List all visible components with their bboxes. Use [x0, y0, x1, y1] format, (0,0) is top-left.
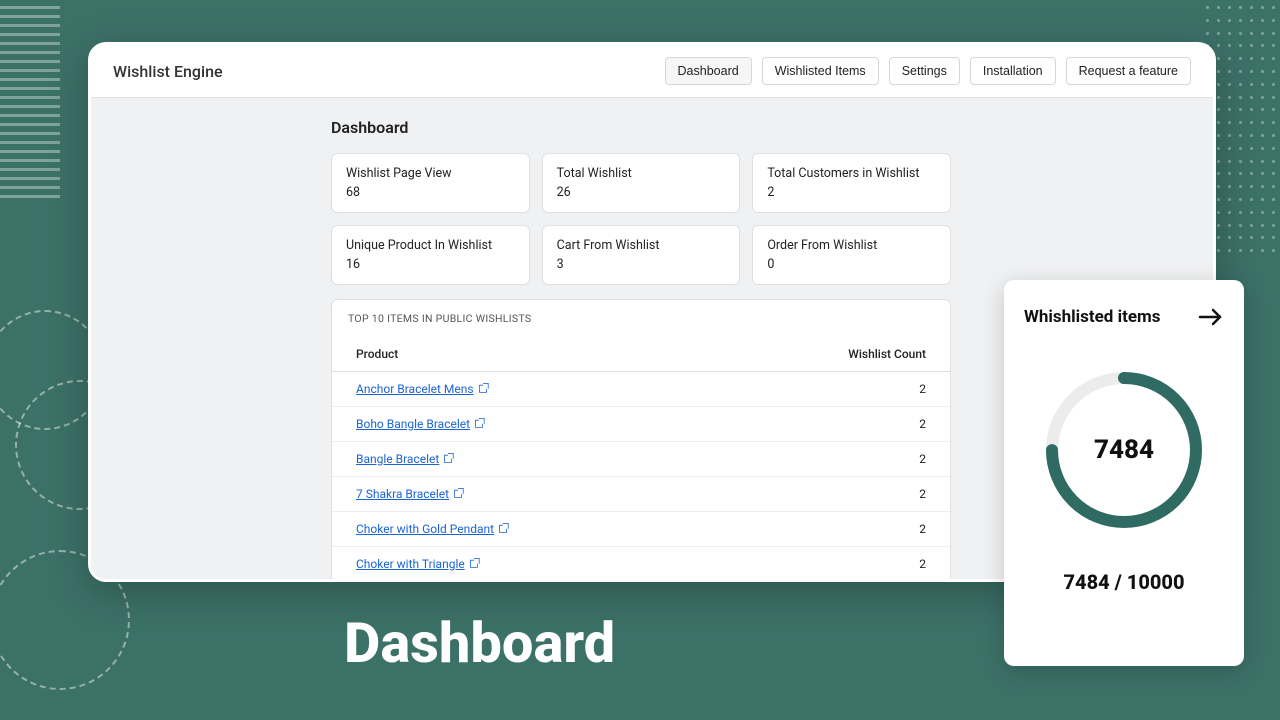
nav-dashboard[interactable]: Dashboard — [665, 57, 752, 85]
wishlist-count: 2 — [712, 407, 950, 442]
stat-card: Order From Wishlist 0 — [752, 225, 951, 285]
stats-grid: Wishlist Page View68Total Wishlist26Tota… — [331, 153, 951, 285]
top-items-card: TOP 10 ITEMS IN PUBLIC WISHLISTS Product… — [331, 299, 951, 579]
product-link[interactable]: Choker with Triangle — [356, 557, 465, 571]
stat-card: Total Customers in Wishlist 2 — [752, 153, 951, 213]
col-product: Product — [332, 337, 712, 372]
stat-label: Total Wishlist — [557, 166, 726, 181]
nav-request-feature[interactable]: Request a feature — [1066, 57, 1191, 85]
table-title: TOP 10 ITEMS IN PUBLIC WISHLISTS — [332, 300, 950, 337]
product-link[interactable]: Bangle Bracelet — [356, 452, 439, 466]
widget-value: 7484 — [1044, 370, 1204, 530]
widget-caption: 7484 / 10000 — [1064, 570, 1185, 594]
stat-value: 16 — [346, 257, 515, 272]
external-link-icon — [475, 420, 483, 428]
stat-label: Order From Wishlist — [767, 238, 936, 253]
wishlist-count: 2 — [712, 372, 950, 407]
stat-value: 3 — [557, 257, 726, 272]
widget-title: Whishlisted items — [1024, 307, 1161, 327]
stat-card: Cart From Wishlist 3 — [542, 225, 741, 285]
table-row: 7 Shakra Bracelet 2 — [332, 477, 950, 512]
product-link[interactable]: Choker with Gold Pendant — [356, 522, 494, 536]
stat-card: Wishlist Page View 68 — [331, 153, 530, 213]
table-row: Bangle Bracelet 2 — [332, 442, 950, 477]
col-wishlist-count: Wishlist Count — [712, 337, 950, 372]
external-link-icon — [444, 455, 452, 463]
external-link-icon — [499, 525, 507, 533]
external-link-icon — [470, 560, 478, 568]
progress-donut: 7484 — [1044, 370, 1204, 530]
decorative-stripes — [0, 0, 60, 210]
external-link-icon — [479, 385, 487, 393]
stat-label: Unique Product In Wishlist — [346, 238, 515, 253]
app-nav: Dashboard Wishlisted Items Settings Inst… — [665, 57, 1191, 85]
arrow-right-icon[interactable] — [1198, 304, 1224, 330]
nav-wishlisted-items[interactable]: Wishlisted Items — [762, 57, 879, 85]
product-link[interactable]: 7 Shakra Bracelet — [356, 487, 449, 501]
stat-value: 2 — [767, 185, 936, 200]
hero-title: Dashboard — [344, 610, 615, 676]
table-row: Choker with Gold Pendant 2 — [332, 512, 950, 547]
wishlist-count: 2 — [712, 477, 950, 512]
stat-card: Unique Product In Wishlist 16 — [331, 225, 530, 285]
wishlist-count: 2 — [712, 512, 950, 547]
stat-label: Cart From Wishlist — [557, 238, 726, 253]
stat-label: Total Customers in Wishlist — [767, 166, 936, 181]
nav-settings[interactable]: Settings — [889, 57, 960, 85]
table-row: Anchor Bracelet Mens 2 — [332, 372, 950, 407]
product-link[interactable]: Boho Bangle Bracelet — [356, 417, 470, 431]
app-title: Wishlist Engine — [113, 62, 223, 81]
stat-value: 26 — [557, 185, 726, 200]
table-row: Boho Bangle Bracelet 2 — [332, 407, 950, 442]
wishlisted-widget-card: Whishlisted items 7484 7484 / 10000 — [1004, 280, 1244, 666]
external-link-icon — [454, 490, 462, 498]
table-row: Choker with Triangle 2 — [332, 547, 950, 580]
app-header: Wishlist Engine Dashboard Wishlisted Ite… — [91, 45, 1213, 98]
page-title: Dashboard — [331, 118, 951, 137]
stat-value: 68 — [346, 185, 515, 200]
product-link[interactable]: Anchor Bracelet Mens — [356, 382, 474, 396]
nav-installation[interactable]: Installation — [970, 57, 1056, 85]
wishlist-count: 2 — [712, 547, 950, 580]
stat-card: Total Wishlist 26 — [542, 153, 741, 213]
stat-value: 0 — [767, 257, 936, 272]
stat-label: Wishlist Page View — [346, 166, 515, 181]
wishlist-count: 2 — [712, 442, 950, 477]
